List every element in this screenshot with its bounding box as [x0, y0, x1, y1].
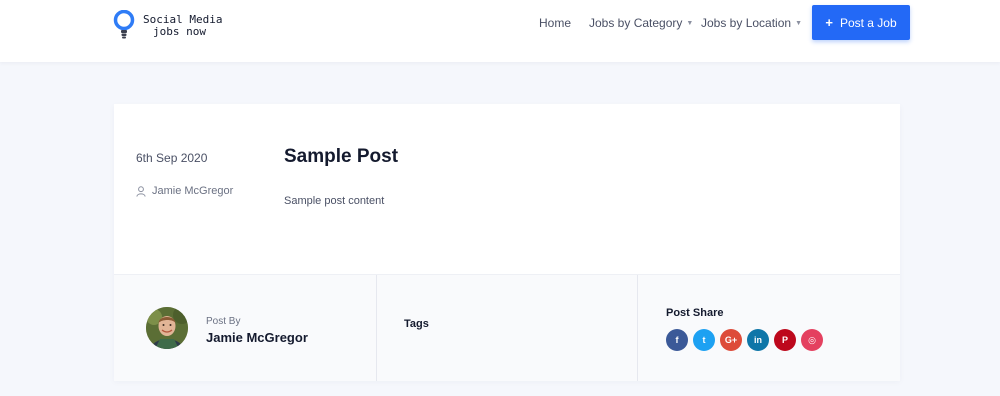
logo-line-2: jobs now: [153, 25, 206, 38]
user-icon: [136, 185, 146, 197]
linkedin-glyph: in: [754, 335, 762, 345]
plus-icon: +: [825, 15, 833, 30]
chevron-down-icon: ▼: [795, 20, 802, 27]
facebook-glyph: f: [675, 335, 679, 345]
post-share-label: Post Share: [666, 307, 724, 319]
author-photo: [146, 307, 188, 349]
twitter-icon[interactable]: t: [693, 329, 715, 351]
instagram-icon[interactable]: ◎: [801, 329, 823, 351]
logo-text: Social Media jobs now: [143, 14, 222, 38]
google-plus-icon[interactable]: G+: [720, 329, 742, 351]
nav-home-label: Home: [539, 16, 572, 30]
author-avatar[interactable]: [146, 307, 188, 349]
nav-home[interactable]: Home: [539, 16, 571, 30]
tags-label: Tags: [404, 318, 429, 330]
twitter-glyph: t: [702, 335, 706, 345]
site-header: Social Media jobs now Home Jobs by Categ…: [0, 0, 1000, 62]
chevron-down-icon: ▼: [686, 20, 694, 27]
nav-jobs-by-location[interactable]: Jobs by Location ▼: [701, 16, 802, 30]
site-logo[interactable]: Social Media jobs now: [113, 10, 223, 46]
google-plus-glyph: G+: [724, 335, 738, 345]
pinterest-glyph: P: [781, 335, 788, 345]
post-title: Sample Post: [284, 146, 399, 167]
pinterest-icon[interactable]: P: [774, 329, 796, 351]
post-author-name: Jamie McGregor: [152, 185, 234, 197]
logo-pin-icon: [113, 10, 135, 39]
nav-jobs-by-category-label: Jobs by Category: [589, 16, 683, 30]
post-a-job-label: Post a Job: [839, 15, 897, 30]
post-footer: Post By Jamie McGregor Tags Post Share f…: [114, 274, 900, 381]
post-content: Sample post content: [284, 195, 385, 207]
facebook-icon[interactable]: f: [666, 329, 688, 351]
nav-jobs-by-category[interactable]: Jobs by Category ▼: [589, 16, 693, 30]
post-author[interactable]: Jamie McGregor: [136, 185, 233, 197]
post-by-name[interactable]: Jamie McGregor: [206, 330, 308, 345]
post-date: 6th Sep 2020: [136, 151, 208, 165]
nav-jobs-by-location-label: Jobs by Location: [701, 16, 792, 30]
post-by-label: Post By: [206, 316, 241, 327]
footer-divider: [376, 275, 377, 381]
linkedin-icon[interactable]: in: [747, 329, 769, 351]
instagram-glyph: ◎: [808, 334, 816, 345]
blog-post-card: 6th Sep 2020 Jamie McGregor Sample Post …: [114, 104, 900, 381]
footer-divider: [637, 275, 638, 381]
post-a-job-button[interactable]: + Post a Job: [812, 5, 910, 40]
